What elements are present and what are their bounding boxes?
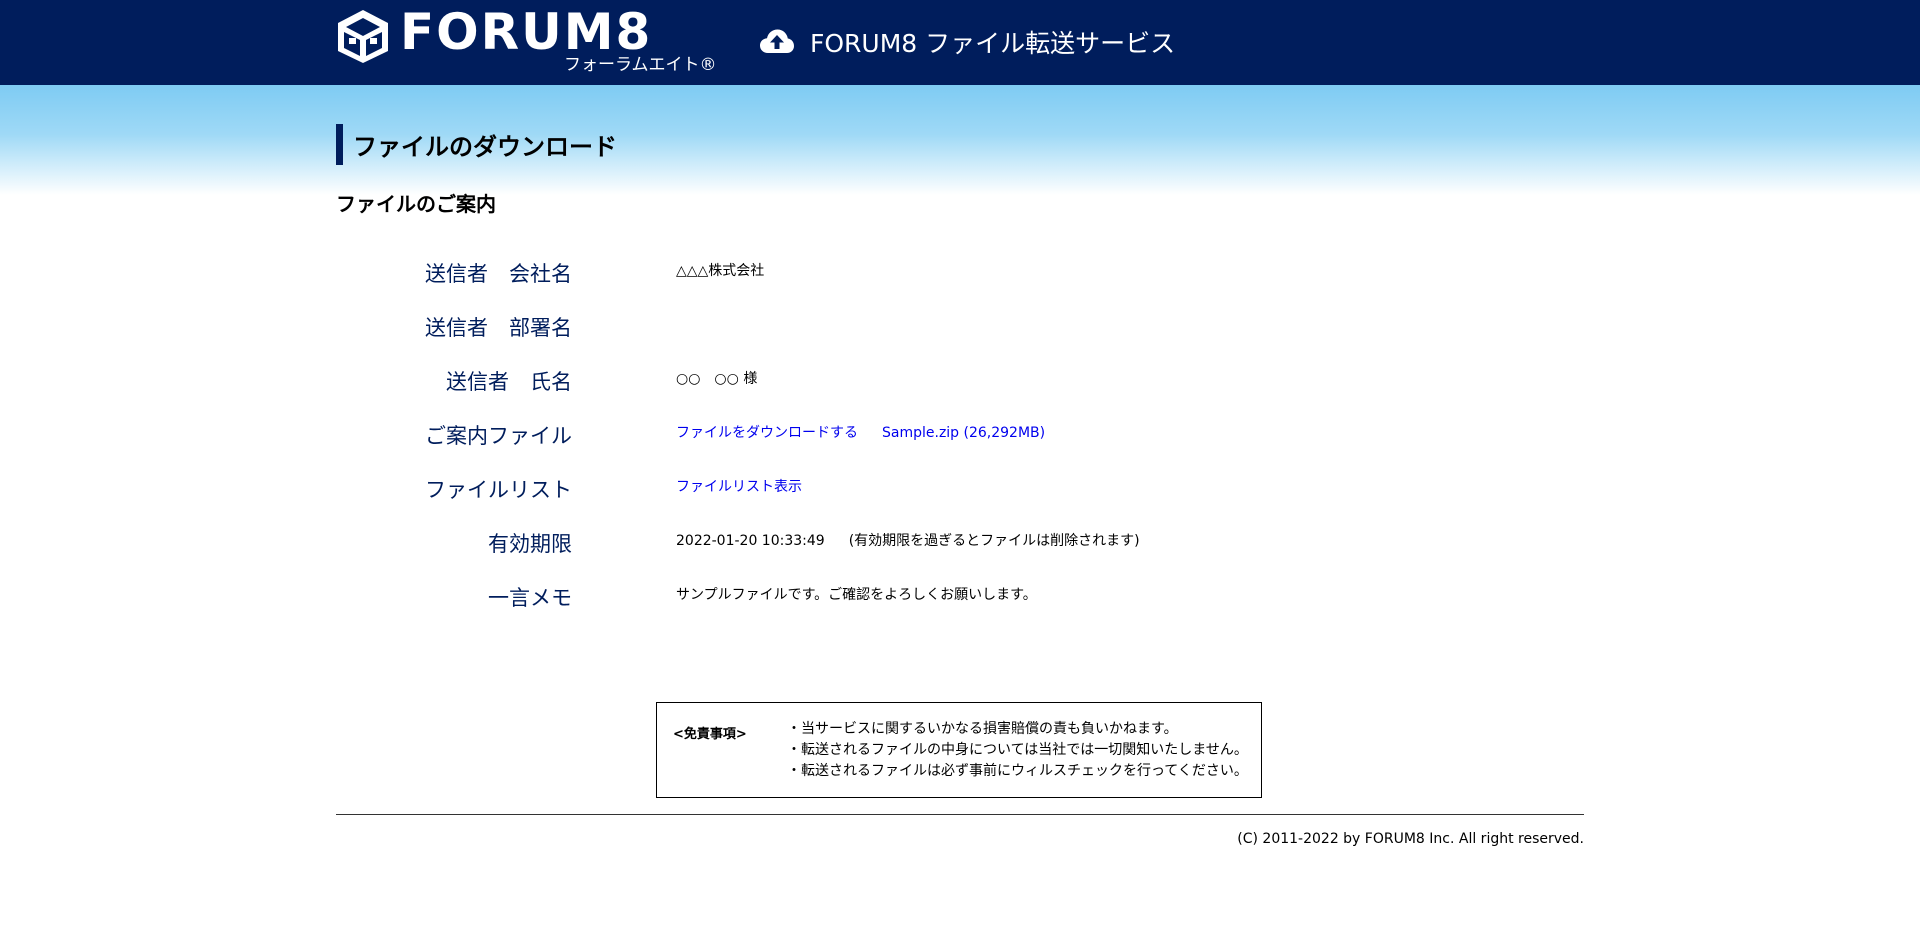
expiry-value: 2022-01-20 10:33:49 — [676, 533, 825, 549]
department-label: 送信者 部署名 — [425, 316, 572, 340]
filelist-link[interactable]: ファイルリスト表示 — [676, 479, 802, 495]
section-title: ファイルのご案内 — [336, 192, 496, 216]
cube-logo-icon — [338, 10, 388, 63]
logo-wordmark: FORUM8 — [400, 3, 653, 61]
expiry-value-group: 2022-01-20 10:33:49 (有効期限を過ぎるとファイルは削除されます… — [676, 530, 1140, 550]
disclaimer-item: ・転送されるファイルは必ず事前にウィルスチェックを行ってください。 — [787, 763, 1248, 779]
forum8-logo[interactable]: FORUM8 フォーラムエイト® — [336, 3, 736, 80]
header-gradient-band — [0, 85, 1920, 195]
disclaimer-box: <免責事項> ・当サービスに関するいかなる損害賠償の責も負いかねます。 ・転送さ… — [656, 702, 1262, 798]
name-label: 送信者 氏名 — [446, 370, 572, 394]
company-label: 送信者 会社名 — [425, 262, 572, 286]
disclaimer-list: ・当サービスに関するいかなる損害賠償の責も負いかねます。 ・転送されるファイルの… — [787, 719, 1248, 782]
info-row-department: 送信者 部署名 — [336, 304, 1586, 344]
logo-kana: フォーラムエイト® — [564, 55, 717, 75]
page-title: ファイルのダウンロード — [336, 124, 617, 165]
filelist-label: ファイルリスト — [425, 478, 572, 502]
memo-value: サンプルファイルです。ご確認をよろしくお願いします。 — [676, 587, 1037, 603]
disclaimer-item: ・転送されるファイルの中身については当社では一切関知いたしません。 — [787, 742, 1248, 758]
copyright-text: (C) 2011-2022 by FORUM8 Inc. All right r… — [1237, 831, 1584, 847]
info-row-expiry: 有効期限 2022-01-20 10:33:49 (有効期限を過ぎるとファイルは削… — [336, 520, 1586, 560]
download-file-link[interactable]: ファイルをダウンロードする — [676, 425, 858, 441]
service-title-group: FORUM8 ファイル転送サービス — [760, 20, 1175, 64]
info-row-company: 送信者 会社名 △△△株式会社 — [336, 250, 1586, 290]
expiry-note: (有効期限を過ぎるとファイルは削除されます) — [848, 533, 1140, 549]
expiry-label: 有効期限 — [488, 532, 572, 556]
memo-label: 一言メモ — [488, 586, 572, 610]
file-value: ファイルをダウンロードする Sample.zip (26,292MB) — [676, 422, 1045, 442]
footer-divider — [336, 814, 1584, 815]
filelist-value: ファイルリスト表示 — [676, 476, 802, 496]
file-label: ご案内ファイル — [425, 424, 572, 448]
cloud-upload-icon — [760, 29, 794, 53]
site-header: FORUM8 フォーラムエイト® FORUM8 ファイル転送サービス — [0, 0, 1920, 85]
service-title: FORUM8 ファイル転送サービス — [810, 29, 1176, 58]
disclaimer-title: <免責事項> — [673, 727, 747, 742]
info-row-memo: 一言メモ サンプルファイルです。ご確認をよろしくお願いします。 — [336, 574, 1586, 614]
company-value: △△△株式会社 — [676, 263, 765, 279]
info-row-filelist: ファイルリスト ファイルリスト表示 — [336, 466, 1586, 506]
disclaimer-item: ・当サービスに関するいかなる損害賠償の責も負いかねます。 — [787, 721, 1178, 737]
info-row-name: 送信者 氏名 ○○ ○○ 様 — [336, 358, 1586, 398]
info-row-file: ご案内ファイル ファイルをダウンロードする Sample.zip (26,292M… — [336, 412, 1586, 452]
header-inner: FORUM8 フォーラムエイト® FORUM8 ファイル転送サービス — [336, 0, 1586, 85]
name-value: ○○ ○○ 様 — [676, 371, 758, 387]
file-name-link[interactable]: Sample.zip (26,292MB) — [882, 425, 1045, 441]
